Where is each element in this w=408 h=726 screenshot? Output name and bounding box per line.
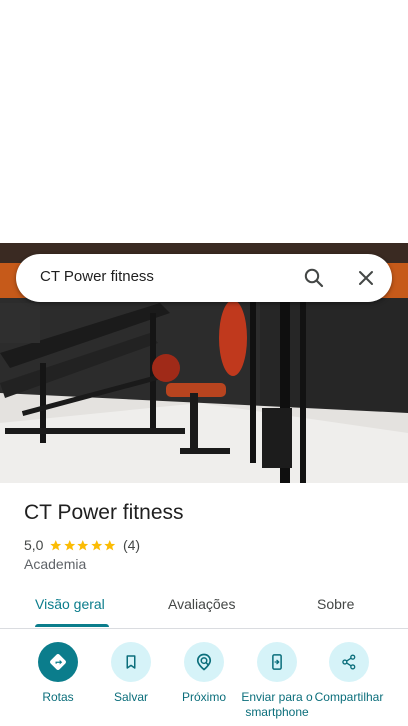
nearby-button[interactable]: Próximo (166, 642, 242, 705)
review-count[interactable]: (4) (123, 537, 140, 553)
save-label: Salvar (113, 690, 148, 704)
star-icon (77, 539, 89, 550)
map-blank-area (0, 0, 408, 243)
directions-button[interactable]: Rotas (20, 642, 96, 705)
directions-label: Rotas (42, 690, 74, 704)
star-rating (49, 539, 117, 552)
save-button[interactable]: Salvar (93, 642, 169, 705)
send-to-phone-icon (257, 642, 297, 682)
search-input[interactable]: CT Power fitness (40, 268, 154, 285)
tab-about[interactable]: Sobre (317, 596, 354, 612)
search-icon[interactable] (302, 266, 326, 290)
place-title: CT Power fitness (24, 501, 184, 524)
place-category[interactable]: Academia (24, 556, 86, 572)
share-label: Compartilhar (314, 690, 384, 704)
star-icon (91, 539, 103, 550)
nearby-label: Próximo (181, 690, 226, 704)
directions-icon (38, 642, 78, 682)
star-icon (104, 539, 116, 550)
search-bar[interactable]: CT Power fitness (16, 254, 392, 302)
send-to-phone-label: Enviar para o smartphone (241, 690, 313, 719)
active-tab-indicator (35, 624, 109, 627)
rating-value: 5,0 (24, 537, 44, 553)
bookmark-icon (111, 642, 151, 682)
close-icon[interactable] (354, 266, 378, 290)
tab-overview[interactable]: Visão geral (35, 596, 105, 612)
tab-reviews[interactable]: Avaliações (168, 596, 235, 612)
share-button[interactable]: Compartilhar (311, 642, 387, 705)
share-icon (329, 642, 369, 682)
rating-row[interactable]: 5,0 (4) (24, 536, 140, 554)
send-to-phone-button[interactable]: Enviar para o smartphone (239, 642, 315, 720)
star-icon (50, 539, 62, 550)
tab-bar: Visão geral Avaliações Sobre (0, 584, 408, 629)
nearby-icon (184, 642, 224, 682)
star-icon (64, 539, 76, 550)
